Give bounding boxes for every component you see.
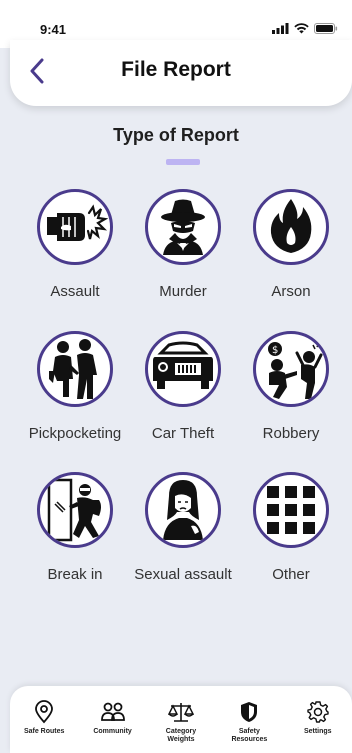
report-icon-circle bbox=[145, 472, 221, 548]
grid-squares-icon bbox=[267, 486, 315, 534]
report-type-arson[interactable]: Arson bbox=[236, 189, 346, 319]
report-type-sexual-assault[interactable]: Sexual assault bbox=[128, 472, 238, 602]
report-type-assault[interactable]: Assault bbox=[20, 189, 130, 319]
wifi-icon bbox=[294, 23, 309, 34]
battery-icon bbox=[314, 23, 338, 34]
title-underline bbox=[166, 159, 200, 165]
status-time: 9:41 bbox=[40, 22, 67, 37]
report-type-pickpocketing[interactable]: Pickpocketing bbox=[20, 331, 130, 461]
svg-text:$: $ bbox=[272, 345, 278, 356]
report-icon-circle bbox=[253, 189, 329, 265]
report-type-label: Other bbox=[272, 566, 310, 583]
fist-punch-icon bbox=[47, 204, 109, 241]
fire-icon bbox=[270, 199, 312, 253]
tab-community[interactable]: Community bbox=[81, 700, 145, 736]
spy-icon bbox=[161, 199, 205, 255]
woman-distress-icon bbox=[163, 480, 203, 540]
report-icon-circle bbox=[37, 331, 113, 407]
report-icon-circle bbox=[37, 189, 113, 265]
report-type-break-in[interactable]: Break in bbox=[20, 472, 130, 602]
car-icon bbox=[153, 341, 213, 389]
report-icon-circle bbox=[253, 472, 329, 548]
scales-icon bbox=[167, 703, 194, 722]
tab-safe-routes[interactable]: Safe Routes bbox=[12, 700, 76, 736]
report-type-car-theft[interactable]: Car Theft bbox=[128, 331, 238, 461]
tab-safety-resources[interactable]: Safety Resources bbox=[217, 700, 281, 744]
location-pin-icon bbox=[35, 700, 54, 724]
tab-label: Community bbox=[93, 728, 132, 735]
tab-label: Category Weights bbox=[165, 728, 197, 743]
report-icon-circle bbox=[145, 189, 221, 265]
signal-icon bbox=[272, 23, 289, 34]
page-title: File Report bbox=[121, 58, 231, 81]
report-type-label: Robbery bbox=[262, 425, 320, 442]
report-type-murder[interactable]: Murder bbox=[128, 189, 238, 319]
report-icon-circle bbox=[145, 331, 221, 407]
tab-label: Safety Resources bbox=[231, 728, 268, 743]
shield-icon bbox=[241, 702, 258, 722]
report-type-robbery[interactable]: $ Robbery bbox=[236, 331, 346, 461]
burglar-icon bbox=[47, 478, 101, 542]
header: File Report bbox=[10, 40, 352, 106]
report-type-label: Arson bbox=[271, 283, 311, 300]
report-icon-circle: $ bbox=[253, 331, 329, 407]
tab-category-weights[interactable]: Category Weights bbox=[149, 700, 213, 744]
section-title: Type of Report bbox=[113, 125, 239, 145]
tab-label: Settings bbox=[303, 728, 332, 735]
status-icons bbox=[272, 23, 338, 34]
robbery-icon: $ bbox=[268, 342, 323, 399]
report-type-other[interactable]: Other bbox=[236, 472, 346, 602]
tab-label: Safe Routes bbox=[23, 728, 65, 735]
tab-settings[interactable]: Settings bbox=[286, 700, 350, 736]
pickpocket-icon bbox=[49, 339, 97, 399]
report-icon-circle bbox=[37, 472, 113, 548]
bottom-tab-bar: Safe Routes Community Category Weights S… bbox=[10, 686, 352, 753]
people-icon bbox=[100, 702, 125, 721]
gear-icon bbox=[307, 701, 329, 723]
